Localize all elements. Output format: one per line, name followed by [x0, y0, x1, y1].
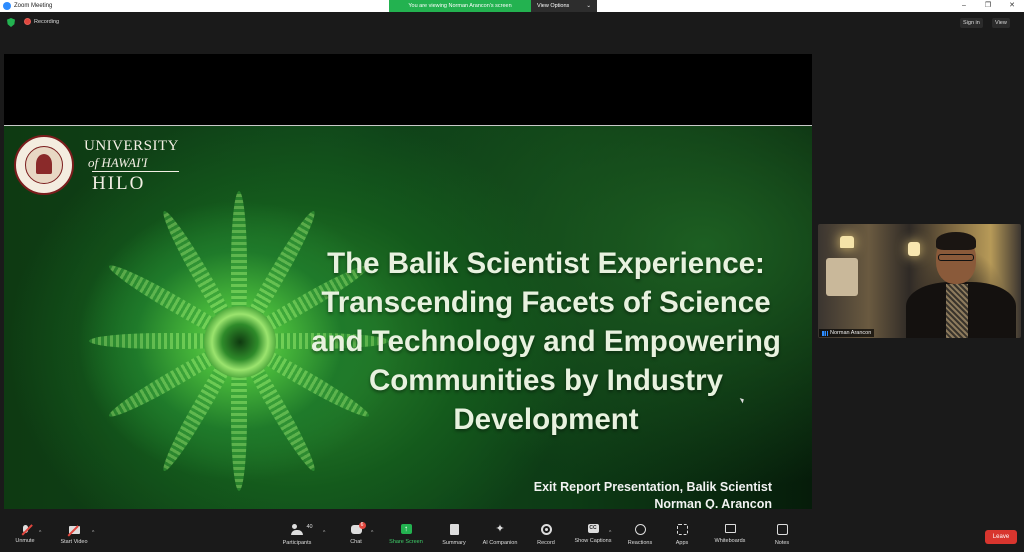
notes-label: Notes — [774, 540, 790, 546]
wordmark-line: HILO — [92, 171, 179, 195]
view-options-label: View Options — [537, 3, 570, 9]
university-wordmark: UNIVERSITY of HAWAI'I HILO — [84, 138, 179, 195]
participant-video-tile[interactable]: Norman Arancon — [818, 224, 1021, 338]
title-line: and Technology and Empowering — [311, 325, 781, 358]
apps-label: Apps — [675, 540, 689, 546]
recording-label: Recording — [34, 18, 60, 25]
participant-name: Norman Arancon — [830, 330, 872, 336]
wordmark-line: of HAWAI'I — [88, 155, 148, 170]
reactions-label: Reactions — [627, 540, 653, 546]
minimize-button[interactable]: – — [952, 0, 976, 12]
participants-label: Participants — [282, 540, 312, 546]
audio-options-caret[interactable]: ^ — [39, 530, 41, 536]
video-options-caret[interactable]: ^ — [92, 530, 94, 536]
notes-icon — [776, 524, 788, 535]
participants-button[interactable]: 40 Participants — [272, 524, 322, 546]
start-video-label: Start Video — [60, 539, 88, 545]
shield-icon[interactable] — [7, 18, 15, 27]
university-seal-logo — [14, 135, 74, 195]
share-screen-button[interactable]: ↑ Share Screen — [381, 524, 431, 545]
presentation-slide: UNIVERSITY of HAWAI'I HILO The Balik Sci… — [4, 125, 812, 509]
signal-strength-icon — [822, 330, 828, 336]
summary-label: Summary — [442, 540, 466, 546]
view-options-button[interactable]: View Options ⌄ — [531, 0, 597, 12]
whiteboards-icon — [724, 524, 736, 533]
show-captions-label: Show Captions — [574, 538, 612, 544]
whiteboards-label: Whiteboards — [714, 538, 746, 544]
title-line: Communities by Industry — [368, 364, 724, 397]
notes-button[interactable]: Notes — [757, 524, 807, 546]
summary-icon — [449, 524, 459, 535]
captions-options-caret[interactable]: ^ — [609, 530, 611, 536]
slide-title: The Balik Scientist Experience: Transcen… — [290, 244, 802, 439]
apps-button[interactable]: Apps — [657, 524, 707, 546]
recording-dot-icon — [24, 18, 31, 25]
viewing-screen-message: You are viewing Norman Arancon's screen — [389, 0, 531, 12]
unmute-button[interactable]: Unmute — [0, 524, 50, 544]
chat-icon: 6 — [350, 522, 366, 534]
title-line: The Balik Scientist Experience: — [327, 247, 765, 280]
apps-icon — [676, 524, 688, 535]
meeting-topbar: Recording Sign in View — [0, 12, 1024, 34]
title-line: Transcending Facets of Science — [321, 286, 771, 319]
screen-share-banner: You are viewing Norman Arancon's screen … — [389, 0, 597, 12]
participant-nameplate: Norman Arancon — [819, 329, 875, 337]
ai-companion-button[interactable]: ✦ AI Companion — [475, 523, 525, 547]
chat-options-caret[interactable]: ^ — [371, 530, 373, 536]
ai-companion-icon: ✦ — [495, 523, 505, 535]
share-screen-label: Share Screen — [389, 539, 423, 545]
fern-center — [204, 306, 276, 378]
window-controls: – ❐ ✕ — [952, 0, 1024, 12]
recording-indicator[interactable]: Recording — [24, 18, 59, 25]
sign-in-button[interactable]: Sign in — [960, 18, 983, 28]
chat-unread-badge: 6 — [358, 522, 366, 529]
summary-button[interactable]: Summary — [429, 524, 479, 546]
record-icon — [540, 524, 552, 535]
chat-button[interactable]: 6 Chat — [331, 522, 381, 545]
meeting-toolbar: Unmute ^ Start Video ^ 40 Participants ^… — [0, 520, 1024, 552]
title-line: Development — [453, 403, 639, 436]
wordmark-line: UNIVERSITY — [84, 138, 179, 154]
shared-screen: UNIVERSITY of HAWAI'I HILO The Balik Sci… — [4, 54, 812, 509]
mic-muted-icon — [21, 524, 32, 536]
participants-icon: 40 — [290, 524, 313, 535]
subtitle-line: Exit Report Presentation, Balik Scientis… — [533, 480, 772, 494]
close-button[interactable]: ✕ — [1000, 0, 1024, 12]
subtitle-line: Norman Q. Arancon — [654, 497, 772, 509]
captions-icon: CC — [587, 524, 599, 533]
zoom-app-icon — [3, 2, 11, 10]
whiteboards-button[interactable]: Whiteboards — [705, 524, 755, 544]
video-off-icon — [67, 525, 80, 537]
leave-button[interactable]: Leave — [985, 530, 1017, 544]
unmute-label: Unmute — [15, 538, 35, 544]
chat-label: Chat — [350, 539, 362, 545]
slide-subtitle: Exit Report Presentation, Balik Scientis… — [534, 479, 772, 509]
ai-companion-label: AI Companion — [482, 540, 518, 546]
view-button[interactable]: View — [992, 18, 1010, 28]
participants-count: 40 — [306, 524, 313, 530]
chevron-down-icon: ⌄ — [586, 3, 591, 9]
record-button[interactable]: Record — [521, 524, 571, 546]
maximize-button[interactable]: ❐ — [976, 0, 1000, 12]
record-label: Record — [537, 540, 555, 546]
share-screen-icon: ↑ — [400, 524, 412, 534]
window-title: Zoom Meeting — [14, 3, 53, 9]
participants-options-caret[interactable]: ^ — [323, 530, 325, 536]
reactions-icon — [634, 524, 646, 535]
